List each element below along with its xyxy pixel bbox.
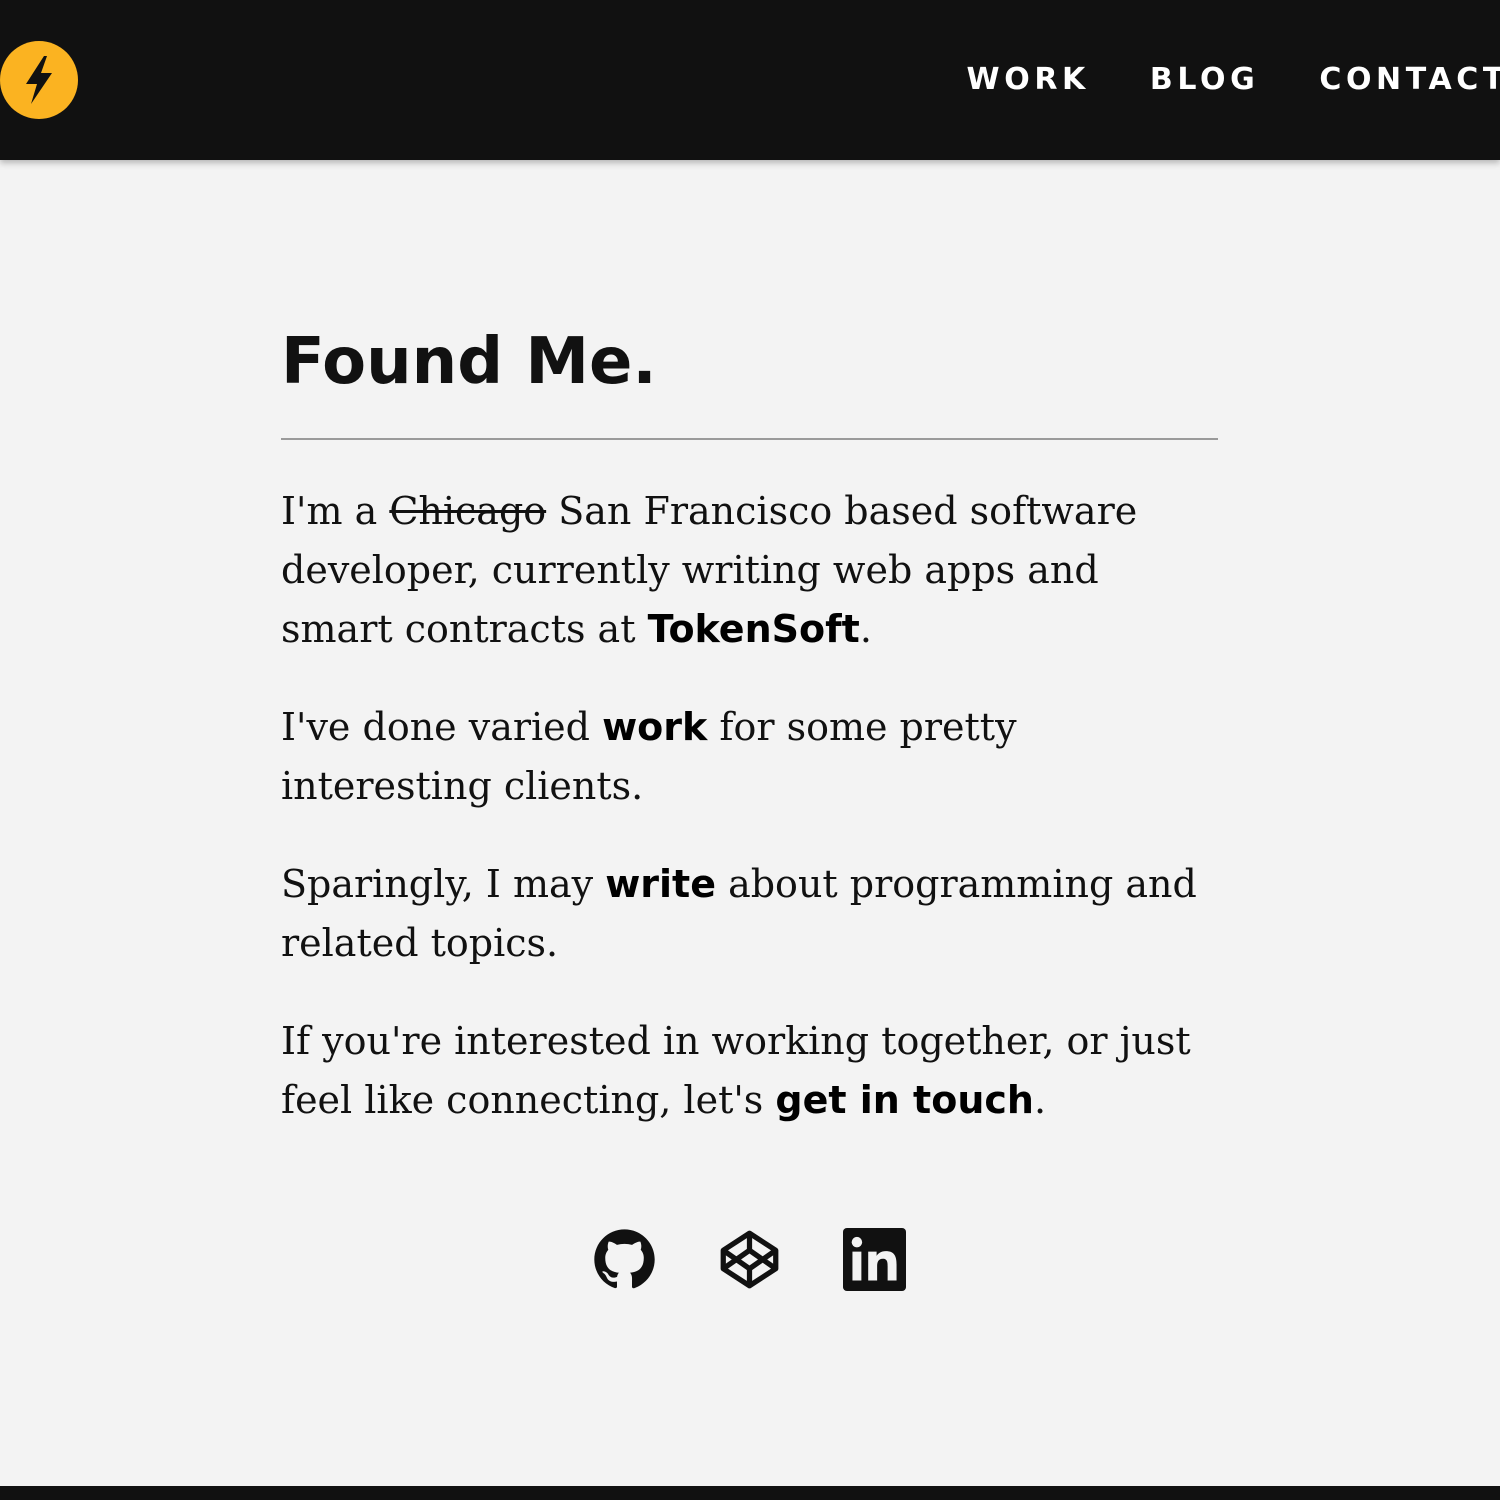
linkedin-icon: [843, 1228, 906, 1291]
work-paragraph: I've done varied work for some pretty in…: [281, 698, 1218, 816]
main-nav: WORK BLOG CONTACT: [967, 0, 1500, 160]
contact-paragraph: If you're interested in working together…: [281, 1012, 1218, 1130]
home-logo-button[interactable]: [0, 41, 78, 119]
linkedin-link[interactable]: [843, 1228, 906, 1291]
intro-paragraph: I'm a Chicago San Francisco based softwa…: [281, 482, 1218, 659]
github-icon: [594, 1229, 655, 1289]
intro-text-start: I'm a: [281, 489, 390, 533]
site-header: WORK BLOG CONTACT: [0, 0, 1500, 160]
codepen-link[interactable]: [718, 1228, 781, 1291]
get-in-touch-link[interactable]: get in touch: [775, 1078, 1034, 1122]
main-content: Found Me. I'm a Chicago San Francisco ba…: [281, 318, 1218, 1130]
intro-text-end: .: [859, 607, 872, 651]
write-link[interactable]: write: [605, 862, 716, 906]
blog-text-start: Sparingly, I may: [281, 862, 606, 906]
social-links: [593, 1228, 906, 1291]
contact-text-start: If you're interested in working together…: [281, 1019, 1191, 1122]
struck-city: Chicago: [389, 489, 547, 533]
blog-paragraph: Sparingly, I may write about programming…: [281, 855, 1218, 973]
nav-contact-link[interactable]: CONTACT: [1319, 65, 1500, 95]
github-link[interactable]: [593, 1228, 656, 1291]
nav-blog-link[interactable]: BLOG: [1150, 65, 1259, 95]
page-title: Found Me.: [281, 325, 657, 399]
tokensoft-link[interactable]: TokenSoft: [648, 607, 860, 651]
work-text-start: I've done varied: [281, 705, 603, 749]
codepen-icon: [720, 1230, 779, 1289]
work-link[interactable]: work: [602, 705, 707, 749]
lightning-bolt-icon: [26, 56, 52, 104]
title-divider: [281, 438, 1218, 440]
contact-text-end: .: [1033, 1078, 1047, 1122]
nav-work-link[interactable]: WORK: [967, 65, 1090, 95]
footer-bar: [0, 1486, 1500, 1500]
